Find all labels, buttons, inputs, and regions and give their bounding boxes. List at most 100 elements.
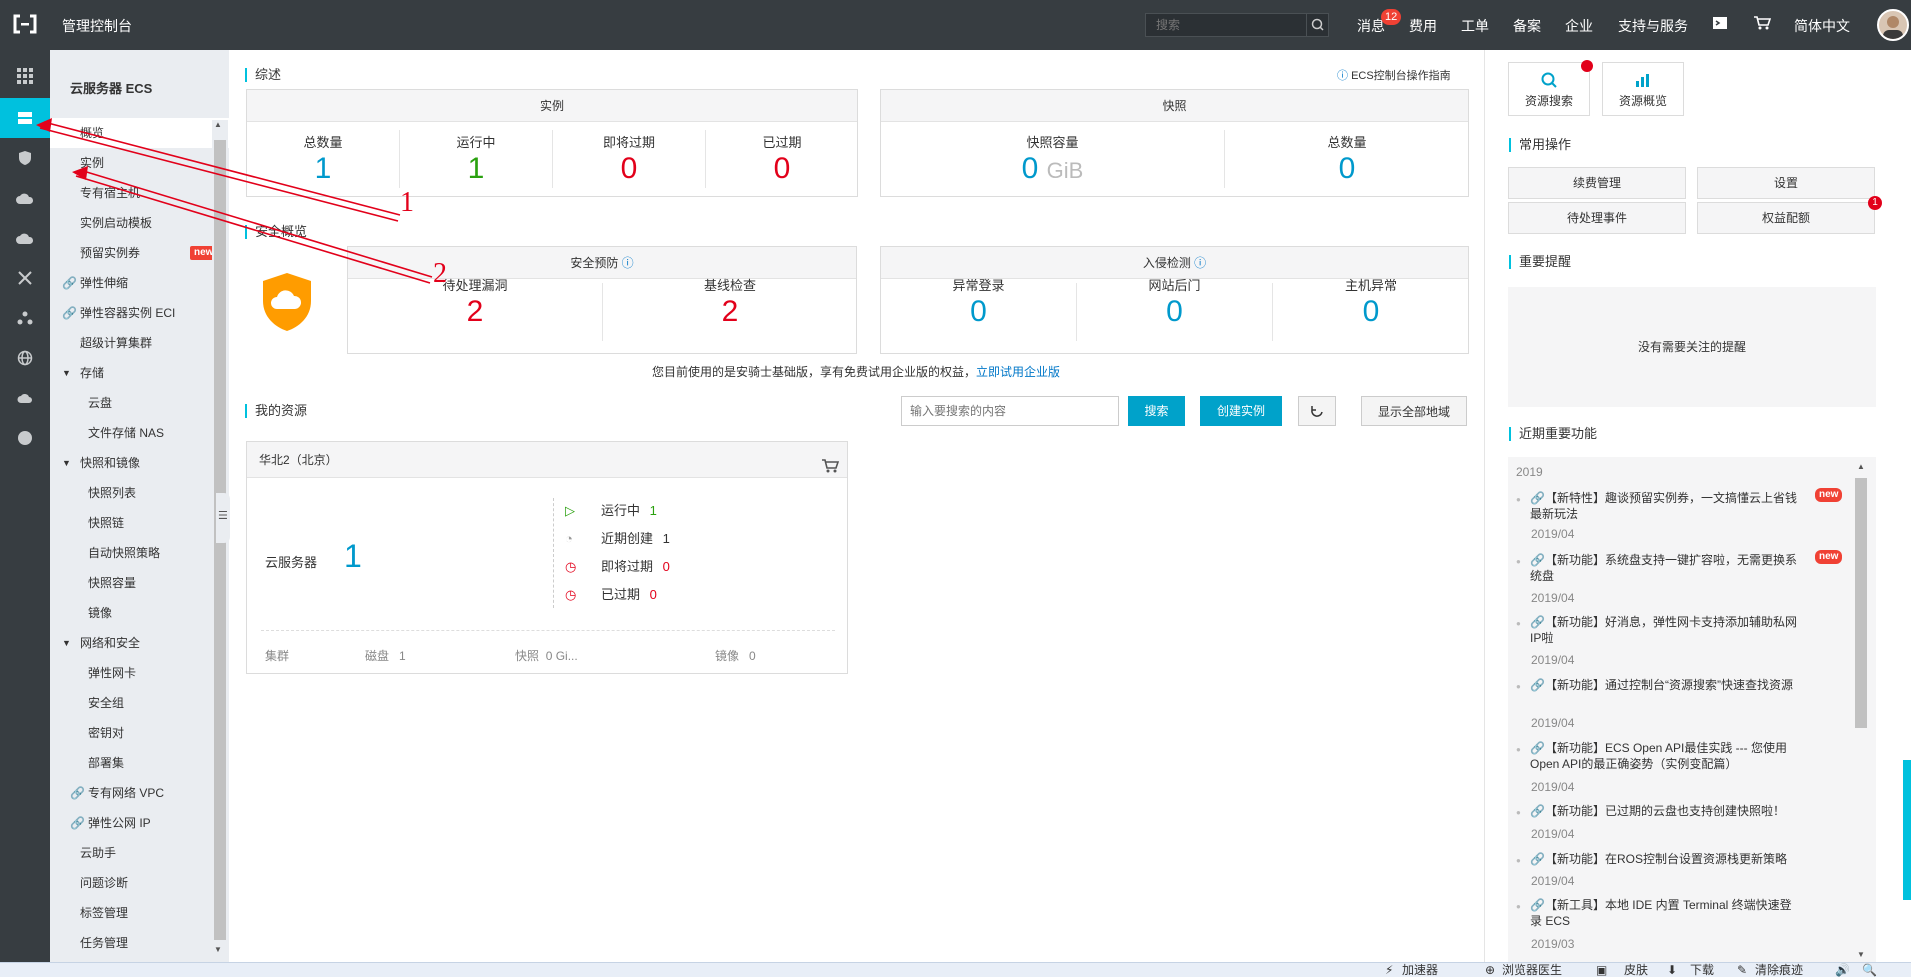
aliyun-logo-icon[interactable] bbox=[12, 13, 38, 37]
cart-icon[interactable] bbox=[821, 452, 840, 488]
pending-vulns[interactable]: 待处理漏洞 2 bbox=[348, 273, 602, 330]
sidebar-item-auto-scaling[interactable]: 🔗 弹性伸缩 bbox=[50, 268, 229, 298]
sidebar-item-cloud-disk[interactable]: 云盘 bbox=[50, 388, 229, 418]
instance-total[interactable]: 总数量 1 bbox=[247, 122, 399, 187]
sidebar-item-vpc[interactable]: 🔗 专有网络 VPC bbox=[50, 778, 229, 808]
top-search[interactable] bbox=[1145, 13, 1329, 37]
news-item[interactable]: ● 🔗【新功能】在ROS控制台设置资源栈更新策略 bbox=[1516, 851, 1800, 867]
baseline-check[interactable]: 基线检查 2 bbox=[603, 273, 857, 330]
scroll-up-icon[interactable]: ▲ bbox=[1857, 462, 1865, 471]
show-all-regions-button[interactable]: 显示全部地域 bbox=[1361, 396, 1467, 426]
sidebar-item-snapshot-list[interactable]: 快照列表 bbox=[50, 478, 229, 508]
status-running[interactable]: ▷ 运行中 1 bbox=[565, 497, 670, 525]
features-scrollbar[interactable]: ▲ ▼ bbox=[1854, 462, 1868, 962]
feedback-tab[interactable] bbox=[1903, 760, 1911, 900]
broom-icon[interactable]: ✎ bbox=[1737, 963, 1747, 977]
sidebar-group-storage[interactable]: ▼ 存储 bbox=[50, 358, 229, 388]
snapshot-capacity[interactable]: 快照容量 0 GiB bbox=[881, 122, 1224, 189]
globe-icon[interactable] bbox=[0, 338, 50, 378]
console-title[interactable]: 管理控制台 bbox=[62, 16, 132, 36]
news-item[interactable]: ● 🔗【新功能】ECS Open API最佳实践 --- 您使用Open API的… bbox=[1516, 740, 1800, 772]
cross-arrows-icon[interactable] bbox=[0, 258, 50, 298]
doctor-icon[interactable]: ⊕ bbox=[1485, 963, 1495, 977]
guide-link[interactable]: ⓘ ECS控制台操作指南 bbox=[1337, 67, 1451, 83]
sidebar-item-eni[interactable]: 弹性网卡 bbox=[50, 658, 229, 688]
top-search-input[interactable] bbox=[1146, 14, 1308, 36]
sidebar-item-eci[interactable]: 🔗 弹性容器实例 ECI bbox=[50, 298, 229, 328]
skin-icon[interactable]: ▣ bbox=[1596, 963, 1607, 977]
host-anomaly[interactable]: 主机异常 0 bbox=[1273, 273, 1469, 330]
status-search-icon[interactable]: 🔍 bbox=[1862, 963, 1877, 977]
status-expiring[interactable]: ◷ 即将过期 0 bbox=[565, 553, 670, 581]
sidebar-item-key-pairs[interactable]: 密钥对 bbox=[50, 718, 229, 748]
volume-icon[interactable]: 🔊 bbox=[1835, 963, 1850, 977]
instance-running[interactable]: 运行中 1 bbox=[400, 122, 552, 187]
avatar[interactable] bbox=[1877, 9, 1909, 41]
trial-enterprise-link[interactable]: 立即试用企业版 bbox=[976, 365, 1060, 379]
footer-cluster[interactable]: 集群 bbox=[265, 647, 289, 664]
footer-snapshot[interactable]: 快照 0 Gi... bbox=[515, 647, 578, 664]
sidebar-collapse-handle[interactable]: ☰ bbox=[216, 493, 230, 543]
nav-tickets[interactable]: 工单 bbox=[1461, 16, 1489, 36]
cart-icon[interactable] bbox=[1753, 15, 1772, 34]
help-icon[interactable]: ⓘ bbox=[1194, 256, 1206, 270]
sidebar-item-auto-snapshot[interactable]: 自动快照策略 bbox=[50, 538, 229, 568]
resource-search-box[interactable] bbox=[901, 396, 1119, 426]
settings-button[interactable]: 设置 bbox=[1697, 167, 1875, 199]
snapshot-total[interactable]: 总数量 0 bbox=[1225, 122, 1469, 187]
sidebar-item-diagnosis[interactable]: 问题诊断 bbox=[50, 868, 229, 898]
sidebar-item-overview[interactable]: 概览 bbox=[50, 118, 229, 148]
network-nodes-icon[interactable] bbox=[0, 298, 50, 338]
footer-image[interactable]: 镜像 0 bbox=[715, 647, 756, 664]
status-accelerator[interactable]: 加速器 bbox=[1402, 963, 1438, 977]
region-name[interactable]: 华北2（北京） bbox=[259, 453, 338, 467]
sidebar-item-tags[interactable]: 标签管理 bbox=[50, 898, 229, 928]
abnormal-login[interactable]: 异常登录 0 bbox=[881, 273, 1076, 330]
footer-disk[interactable]: 磁盘 1 bbox=[365, 647, 406, 664]
renewal-button[interactable]: 续费管理 bbox=[1508, 167, 1686, 199]
status-download[interactable]: 下载 bbox=[1690, 963, 1714, 977]
resource-search-input[interactable] bbox=[902, 397, 1112, 425]
quota-button[interactable]: 权益配额 bbox=[1697, 202, 1875, 234]
cloud-storage-icon[interactable] bbox=[0, 178, 50, 218]
download-icon[interactable]: ⬇ bbox=[1667, 963, 1677, 977]
cloud-upload-icon[interactable] bbox=[0, 218, 50, 258]
sidebar-item-eip[interactable]: 🔗 弹性公网 IP bbox=[50, 808, 229, 838]
sidebar-item-nas[interactable]: 文件存储 NAS bbox=[50, 418, 229, 448]
status-recent[interactable]: ◔ 近期创建 1 bbox=[565, 525, 670, 553]
sidebar-item-security-groups[interactable]: 安全组 bbox=[50, 688, 229, 718]
resource-search-quick-button[interactable]: 资源搜索 bbox=[1508, 62, 1590, 116]
accelerator-icon[interactable]: ⚡ bbox=[1385, 963, 1393, 977]
nav-enterprise[interactable]: 企业 bbox=[1565, 16, 1593, 36]
news-item[interactable]: ● 🔗【新功能】已过期的云盘也支持创建快照啦！ bbox=[1516, 803, 1800, 819]
sidebar-group-network[interactable]: ▼ 网络和安全 bbox=[50, 628, 229, 658]
sidebar-group-snapshots[interactable]: ▼ 快照和镜像 bbox=[50, 448, 229, 478]
resource-overview-quick-button[interactable]: 资源概览 bbox=[1602, 62, 1684, 116]
refresh-button[interactable] bbox=[1298, 396, 1336, 426]
create-instance-button[interactable]: 创建实例 bbox=[1200, 396, 1282, 426]
nav-billing[interactable]: 费用 bbox=[1409, 16, 1437, 36]
sidebar-item-reserved-instances[interactable]: 预留实例券 new bbox=[50, 238, 229, 268]
news-item[interactable]: ● 🔗【新功能】通过控制台“资源搜索”快速查找资源 bbox=[1516, 677, 1800, 693]
resource-search-button[interactable]: 搜索 bbox=[1128, 396, 1185, 426]
pending-events-button[interactable]: 待处理事件 bbox=[1508, 202, 1686, 234]
cloud-gear-icon[interactable] bbox=[0, 378, 50, 418]
web-backdoor[interactable]: 网站后门 0 bbox=[1077, 273, 1272, 330]
sidebar-item-dedicated-hosts[interactable]: 专有宿主机 bbox=[50, 178, 229, 208]
features-scroll-thumb[interactable] bbox=[1855, 478, 1867, 728]
shield-icon[interactable] bbox=[0, 138, 50, 178]
sidebar-item-snapshot-capacity[interactable]: 快照容量 bbox=[50, 568, 229, 598]
terminal-icon[interactable] bbox=[1712, 15, 1728, 34]
sidebar-item-images[interactable]: 镜像 bbox=[50, 598, 229, 628]
sidebar-item-tasks[interactable]: 任务管理 bbox=[50, 928, 229, 958]
sidebar-item-cloud-assistant[interactable]: 云助手 bbox=[50, 838, 229, 868]
news-item[interactable]: ● 🔗【新特性】趣谈预留实例券，一文搞懂云上省钱最新玩法 bbox=[1516, 490, 1800, 522]
sidebar-item-deployment-sets[interactable]: 部署集 bbox=[50, 748, 229, 778]
nav-support[interactable]: 支持与服务 bbox=[1618, 16, 1688, 36]
instance-expired[interactable]: 已过期 0 bbox=[706, 122, 858, 187]
search-icon[interactable] bbox=[1306, 14, 1328, 36]
sidebar-item-scc[interactable]: 超级计算集群 bbox=[50, 328, 229, 358]
news-item[interactable]: ● 🔗【新工具】本地 IDE 内置 Terminal 终端快速登录 ECS bbox=[1516, 897, 1800, 929]
news-item[interactable]: ● 🔗【新功能】系统盘支持一键扩容啦，无需更换系统盘 bbox=[1516, 552, 1800, 584]
news-item[interactable]: ● 🔗【新功能】好消息，弹性网卡支持添加辅助私网IP啦 bbox=[1516, 614, 1800, 646]
